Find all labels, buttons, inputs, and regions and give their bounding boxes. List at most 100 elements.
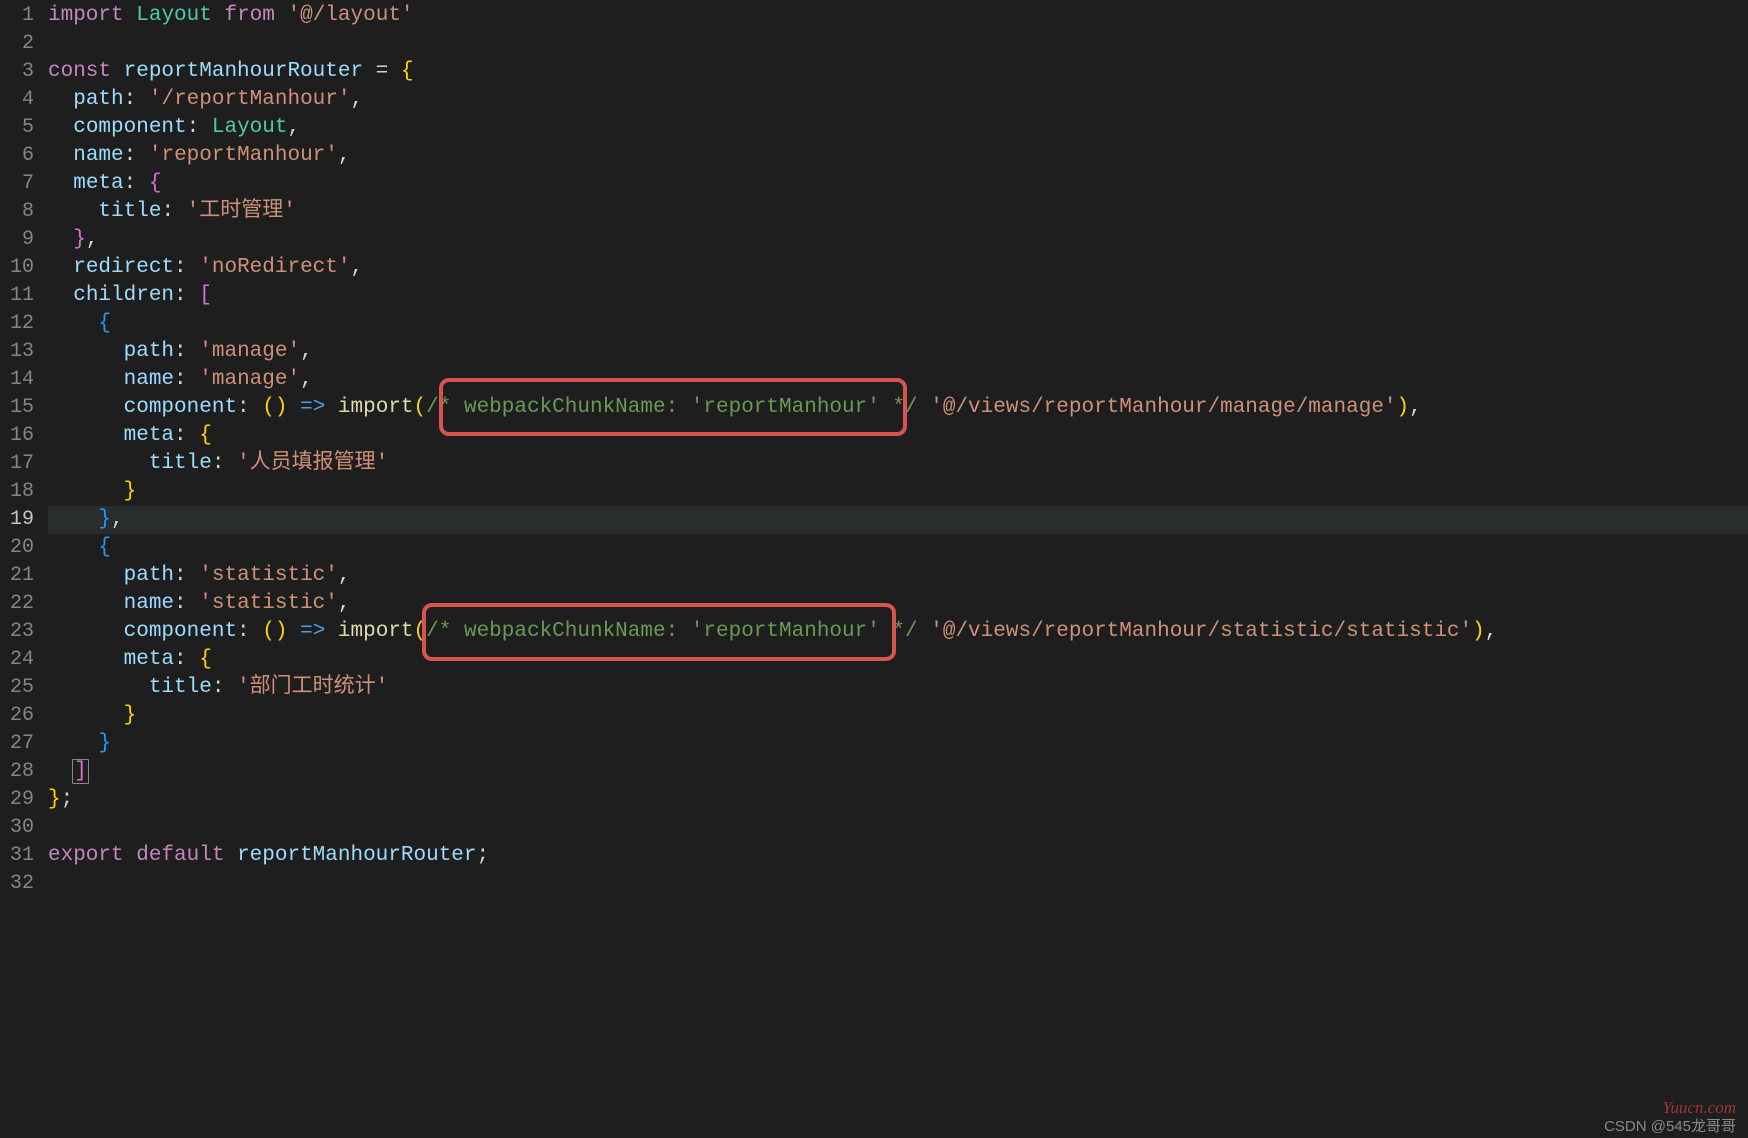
code-token: => — [300, 620, 325, 643]
code-line[interactable]: path: 'manage', — [48, 338, 1748, 366]
code-token — [48, 620, 124, 643]
code-line[interactable]: } — [48, 702, 1748, 730]
code-line[interactable]: }, — [48, 506, 1748, 534]
code-line[interactable]: ] — [48, 758, 1748, 786]
code-token — [48, 144, 73, 167]
code-token — [48, 172, 73, 195]
code-token: } — [98, 508, 111, 531]
code-token — [48, 340, 124, 363]
code-token — [275, 4, 288, 27]
code-line[interactable]: name: 'manage', — [48, 366, 1748, 394]
code-token — [48, 704, 124, 727]
code-editor: 1234567891011121314151617181920212223242… — [0, 0, 1748, 1138]
code-line[interactable]: path: '/reportManhour', — [48, 86, 1748, 114]
line-number: 27 — [0, 730, 48, 758]
code-token: from — [224, 4, 274, 27]
line-number: 14 — [0, 366, 48, 394]
code-line[interactable]: { — [48, 534, 1748, 562]
line-number: 28 — [0, 758, 48, 786]
code-token — [918, 396, 931, 419]
code-token — [48, 256, 73, 279]
code-token: : — [174, 564, 199, 587]
code-token: name — [124, 368, 174, 391]
code-token: ) — [275, 396, 288, 419]
code-token: : — [212, 676, 237, 699]
code-token: reportManhourRouter — [124, 60, 363, 83]
code-line[interactable]: component: () => import(/* webpackChunkN… — [48, 394, 1748, 422]
line-number: 8 — [0, 198, 48, 226]
code-token: children — [73, 284, 174, 307]
code-line[interactable]: meta: { — [48, 422, 1748, 450]
code-token — [48, 480, 124, 503]
code-line[interactable]: } — [48, 478, 1748, 506]
code-line[interactable]: title: '部门工时统计' — [48, 674, 1748, 702]
code-line[interactable]: title: '工时管理' — [48, 198, 1748, 226]
code-line[interactable]: } — [48, 730, 1748, 758]
line-number: 31 — [0, 842, 48, 870]
code-token: ; — [477, 844, 490, 867]
code-token: : — [174, 368, 199, 391]
line-number: 21 — [0, 562, 48, 590]
code-line[interactable]: export default reportManhourRouter; — [48, 842, 1748, 870]
code-line[interactable]: { — [48, 310, 1748, 338]
code-token — [325, 620, 338, 643]
code-line[interactable] — [48, 870, 1748, 898]
code-line[interactable]: component: Layout, — [48, 114, 1748, 142]
line-number: 10 — [0, 254, 48, 282]
code-token: Layout — [136, 4, 212, 27]
code-token: title — [149, 676, 212, 699]
code-token — [48, 536, 98, 559]
code-line[interactable] — [48, 30, 1748, 58]
code-line[interactable]: import Layout from '@/layout' — [48, 2, 1748, 30]
code-line[interactable]: redirect: 'noRedirect', — [48, 254, 1748, 282]
code-token: , — [351, 256, 364, 279]
code-line[interactable] — [48, 814, 1748, 842]
line-number: 26 — [0, 702, 48, 730]
code-token: 'statistic' — [199, 564, 338, 587]
code-token — [48, 116, 73, 139]
code-line[interactable]: name: 'statistic', — [48, 590, 1748, 618]
code-token: '@/views/reportManhour/statistic/statist… — [930, 620, 1472, 643]
line-number: 18 — [0, 478, 48, 506]
code-token: , — [300, 368, 313, 391]
code-token: 'manage' — [199, 340, 300, 363]
code-line[interactable]: meta: { — [48, 170, 1748, 198]
line-number: 20 — [0, 534, 48, 562]
code-line[interactable]: title: '人员填报管理' — [48, 450, 1748, 478]
code-token: : — [124, 88, 149, 111]
code-token: '@/views/reportManhour/manage/manage' — [930, 396, 1396, 419]
code-line[interactable]: }, — [48, 226, 1748, 254]
line-number: 5 — [0, 114, 48, 142]
code-token — [212, 4, 225, 27]
code-token — [48, 228, 73, 251]
code-token: '工时管理' — [187, 200, 296, 223]
code-token: ) — [275, 620, 288, 643]
code-area[interactable]: Yuucn.com CSDN @545龙哥哥 import Layout fro… — [48, 0, 1748, 1138]
code-line[interactable]: path: 'statistic', — [48, 562, 1748, 590]
code-token: ( — [414, 620, 427, 643]
code-token: : — [174, 284, 199, 307]
code-line[interactable]: name: 'reportManhour', — [48, 142, 1748, 170]
code-token: '人员填报管理' — [237, 452, 388, 475]
code-token: } — [98, 732, 111, 755]
code-token — [918, 620, 931, 643]
code-token: : — [124, 172, 149, 195]
code-token: { — [199, 424, 212, 447]
code-token: , — [300, 340, 313, 363]
code-token — [48, 676, 149, 699]
code-token — [48, 508, 98, 531]
code-token: name — [73, 144, 123, 167]
code-token: } — [48, 788, 61, 811]
code-line[interactable]: children: [ — [48, 282, 1748, 310]
code-token: , — [111, 508, 124, 531]
code-token: component — [73, 116, 186, 139]
code-token — [287, 620, 300, 643]
line-number: 29 — [0, 786, 48, 814]
code-line[interactable]: component: () => import(/* webpackChunkN… — [48, 618, 1748, 646]
code-line[interactable]: }; — [48, 786, 1748, 814]
code-token: { — [401, 60, 414, 83]
code-line[interactable]: const reportManhourRouter = { — [48, 58, 1748, 86]
code-token — [48, 424, 124, 447]
code-line[interactable]: meta: { — [48, 646, 1748, 674]
code-token: { — [149, 172, 162, 195]
